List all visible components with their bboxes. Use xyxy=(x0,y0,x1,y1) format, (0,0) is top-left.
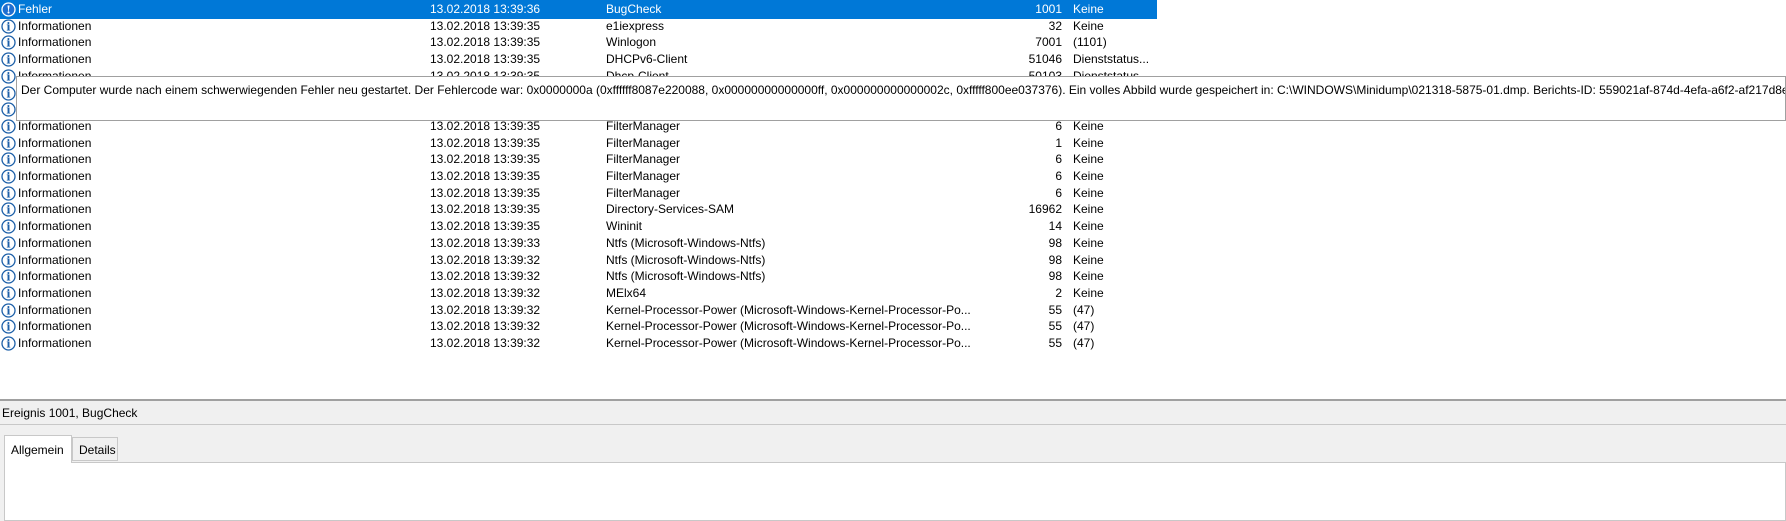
svg-text:i: i xyxy=(6,70,10,83)
svg-text:i: i xyxy=(6,37,10,50)
info-icon: i xyxy=(1,236,16,251)
svg-text:i: i xyxy=(6,321,10,334)
event-source: Kernel-Processor-Power (Microsoft-Window… xyxy=(606,336,971,350)
svg-text:i: i xyxy=(6,87,10,100)
info-icon: i xyxy=(1,85,16,101)
svg-text:i: i xyxy=(6,137,10,150)
info-icon: i xyxy=(1,169,16,184)
info-icon: i xyxy=(1,286,16,301)
svg-text:i: i xyxy=(6,221,10,234)
tab-allgemein[interactable]: Allgemein xyxy=(4,435,72,463)
info-icon: i xyxy=(1,319,16,334)
info-icon: i xyxy=(1,152,16,167)
info-icon: i xyxy=(1,336,16,351)
detail-header: Ereignis 1001, BugCheck xyxy=(0,401,1786,425)
svg-text:i: i xyxy=(6,287,10,300)
svg-text:i: i xyxy=(6,204,10,217)
info-icon: i xyxy=(1,52,16,67)
svg-text:i: i xyxy=(6,237,10,250)
tab-details[interactable]: Details xyxy=(72,437,118,461)
info-icon: i xyxy=(1,202,16,218)
event-datetime: 13.02.2018 13:39:32 xyxy=(430,336,541,350)
info-icon: i xyxy=(1,35,16,51)
svg-text:i: i xyxy=(6,271,10,284)
svg-text:i: i xyxy=(6,171,10,184)
svg-text:i: i xyxy=(6,304,10,317)
info-icon: i xyxy=(1,269,16,284)
info-icon: i xyxy=(1,102,16,117)
svg-text:i: i xyxy=(6,338,10,351)
svg-text:i: i xyxy=(6,154,10,167)
event-detail-pane: Ereignis 1001, BugCheck Allgemein Detail… xyxy=(0,401,1786,521)
svg-text:i: i xyxy=(6,254,10,267)
event-level: Informationen xyxy=(18,336,92,350)
info-icon: i xyxy=(1,119,16,134)
svg-text:i: i xyxy=(6,120,10,133)
svg-text:!: ! xyxy=(6,4,11,17)
event-row[interactable]: i Informationen 13.02.2018 13:39:32 Kernel-… xyxy=(0,334,1157,353)
event-task-category: (47) xyxy=(1073,336,1095,350)
svg-text:i: i xyxy=(6,20,10,33)
svg-text:i: i xyxy=(6,187,10,200)
info-icon: i xyxy=(1,135,16,151)
info-icon: i xyxy=(1,252,16,268)
info-icon: i xyxy=(1,19,16,34)
info-icon: i xyxy=(1,302,16,318)
info-icon: i xyxy=(1,69,16,84)
svg-text:i: i xyxy=(6,54,10,67)
info-icon: i xyxy=(1,186,16,201)
error-icon: ! xyxy=(1,2,16,17)
info-icon: i xyxy=(1,219,16,234)
event-id: 55 xyxy=(1048,336,1062,350)
event-list[interactable]: ! Fehler 13.02.2018 13:39:36 BugCheck 1001 Ke… xyxy=(0,0,1786,399)
tab-content xyxy=(4,462,1786,521)
svg-text:i: i xyxy=(6,104,10,117)
event-message[interactable]: Der Computer wurde nach einem schwerwieg… xyxy=(16,76,1786,121)
